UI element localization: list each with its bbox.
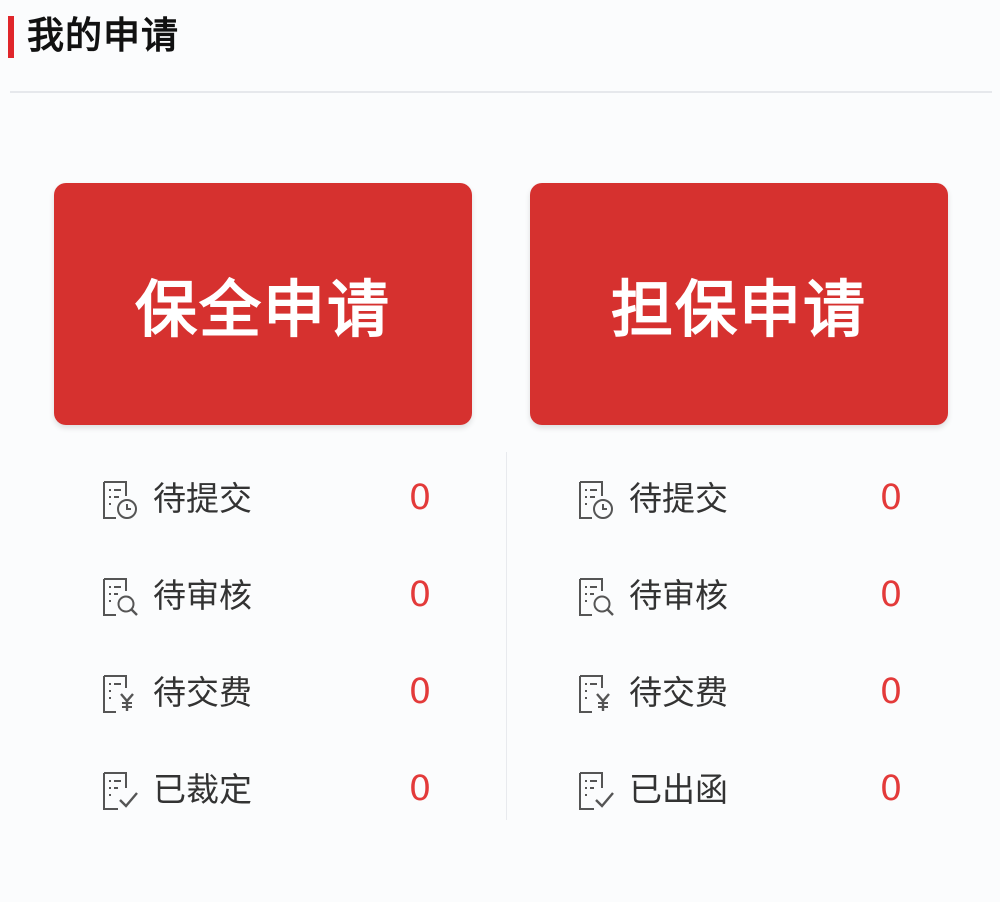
status-label: 待审核: [153, 576, 252, 615]
guarantee-status-list: 待提交 0 待审核 0 待交费 0 已出函 0: [576, 452, 956, 840]
document-yen-icon: [579, 675, 610, 713]
status-label: 待交费: [629, 673, 728, 712]
status-row-pending-submit[interactable]: 待提交 0: [576, 452, 956, 549]
guarantee-application-label: 担保申请: [610, 273, 867, 346]
status-row-ruled[interactable]: 已裁定 0: [100, 743, 480, 840]
document-yen-icon: [103, 675, 134, 713]
status-count: 0: [879, 575, 903, 615]
status-count: 0: [408, 478, 432, 518]
status-count: 0: [408, 575, 432, 615]
status-label: 待交费: [153, 673, 252, 712]
page-title: 我的申请: [27, 14, 179, 57]
status-label: 待提交: [153, 479, 252, 518]
status-row-letter-issued[interactable]: 已出函 0: [576, 743, 956, 840]
status-count: 0: [879, 769, 903, 809]
column-divider: [506, 452, 507, 820]
status-count: 0: [879, 672, 903, 712]
title-accent-bar: [8, 16, 14, 58]
panel-header: 我的申请: [0, 0, 1000, 93]
document-search-icon: [103, 578, 138, 616]
status-label: 待审核: [629, 576, 728, 615]
document-check-icon: [103, 772, 138, 810]
document-clock-icon: [103, 481, 137, 519]
status-row-pending-payment[interactable]: 待交费 0: [100, 646, 480, 743]
status-count: 0: [879, 478, 903, 518]
preservation-application-label: 保全申请: [134, 273, 391, 346]
status-row-pending-submit[interactable]: 待提交 0: [100, 452, 480, 549]
preservation-status-list: 待提交 0 待审核 0 待交费 0 已裁定 0: [100, 452, 480, 840]
document-check-icon: [579, 772, 614, 810]
status-row-pending-review[interactable]: 待审核 0: [576, 549, 956, 646]
status-row-pending-payment[interactable]: 待交费 0: [576, 646, 956, 743]
document-search-icon: [579, 578, 614, 616]
status-count: 0: [408, 769, 432, 809]
preservation-application-button[interactable]: 保全申请: [54, 183, 472, 425]
status-label: 已出函: [629, 770, 728, 809]
status-row-pending-review[interactable]: 待审核 0: [100, 549, 480, 646]
status-label: 待提交: [629, 479, 728, 518]
header-divider: [10, 91, 992, 93]
status-label: 已裁定: [153, 770, 252, 809]
document-clock-icon: [579, 481, 613, 519]
my-applications-panel: 我的申请 保全申请 担保申请 待提交 0 待审核 0 待交费 0 已裁定 0 待…: [0, 0, 1000, 902]
guarantee-application-button[interactable]: 担保申请: [530, 183, 948, 425]
status-count: 0: [408, 672, 432, 712]
